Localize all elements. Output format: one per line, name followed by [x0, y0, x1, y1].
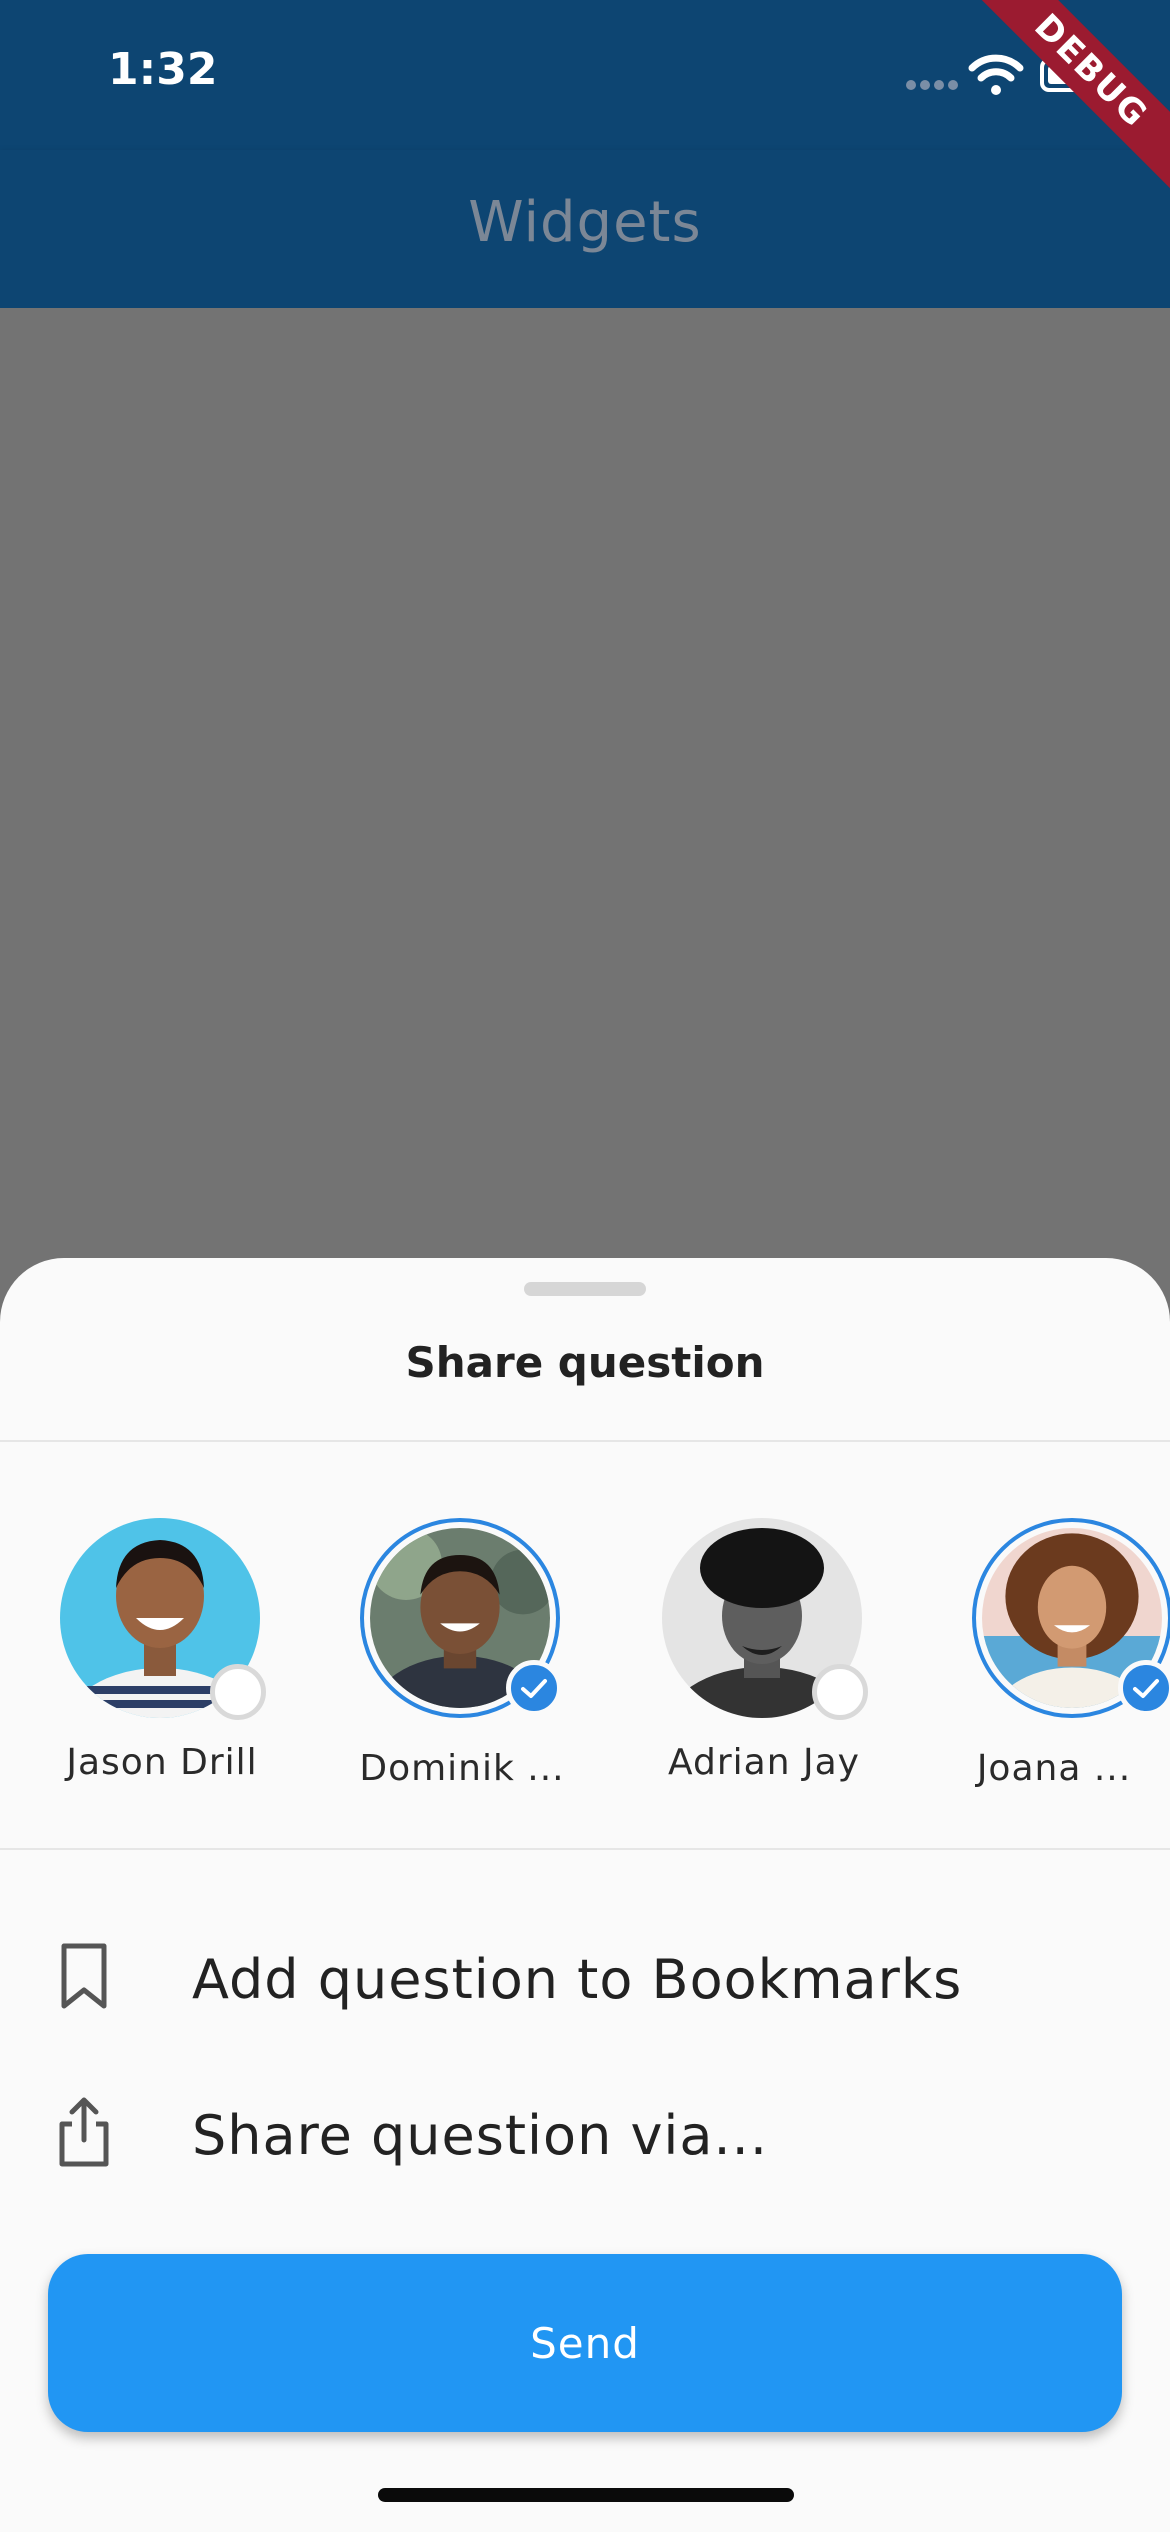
avatar — [360, 1518, 562, 1718]
send-button[interactable]: Send — [48, 2254, 1122, 2432]
selected-check-icon[interactable] — [1118, 1660, 1170, 1716]
contact-name: Jason Drill — [66, 1742, 258, 1783]
drag-handle[interactable] — [524, 1282, 646, 1296]
divider — [0, 1848, 1170, 1850]
cellular-signal-icon — [906, 80, 960, 90]
avatar — [60, 1518, 266, 1720]
share-bottom-sheet: Share question Jason Drill Dominik ... A… — [0, 1258, 1170, 2532]
divider — [0, 1440, 1170, 1442]
status-bar: 1:32 — [0, 0, 1170, 150]
sheet-title: Share question — [405, 1338, 765, 1387]
app-bar-title: Widgets — [468, 190, 702, 255]
status-time: 1:32 — [108, 44, 218, 95]
contact-jason-drill[interactable]: Jason Drill — [32, 1518, 272, 1788]
selection-indicator[interactable] — [210, 1664, 266, 1720]
contact-adrian-jay[interactable]: Adrian Jay — [634, 1518, 874, 1788]
contact-dominik[interactable]: Dominik ... — [332, 1518, 572, 1789]
contact-joana[interactable]: Joana ... — [944, 1518, 1170, 1789]
contact-name: Adrian Jay — [668, 1742, 860, 1783]
modal-barrier[interactable] — [0, 308, 1170, 1258]
avatar — [662, 1518, 868, 1720]
action-label: Add question to Bookmarks — [192, 1948, 963, 2011]
share-icon — [52, 2096, 116, 2168]
contact-name: Joana ... — [976, 1748, 1132, 1789]
bookmark-icon — [52, 1940, 116, 2012]
share-via-action[interactable]: Share question via... — [0, 2058, 1170, 2198]
add-to-bookmarks-action[interactable]: Add question to Bookmarks — [0, 1902, 1170, 2042]
contact-name: Dominik ... — [359, 1748, 565, 1789]
avatar — [972, 1518, 1170, 1718]
action-label: Share question via... — [192, 2104, 769, 2167]
selected-check-icon[interactable] — [506, 1660, 562, 1716]
selection-indicator[interactable] — [812, 1664, 868, 1720]
wifi-icon — [968, 54, 1024, 96]
home-indicator — [378, 2488, 794, 2502]
